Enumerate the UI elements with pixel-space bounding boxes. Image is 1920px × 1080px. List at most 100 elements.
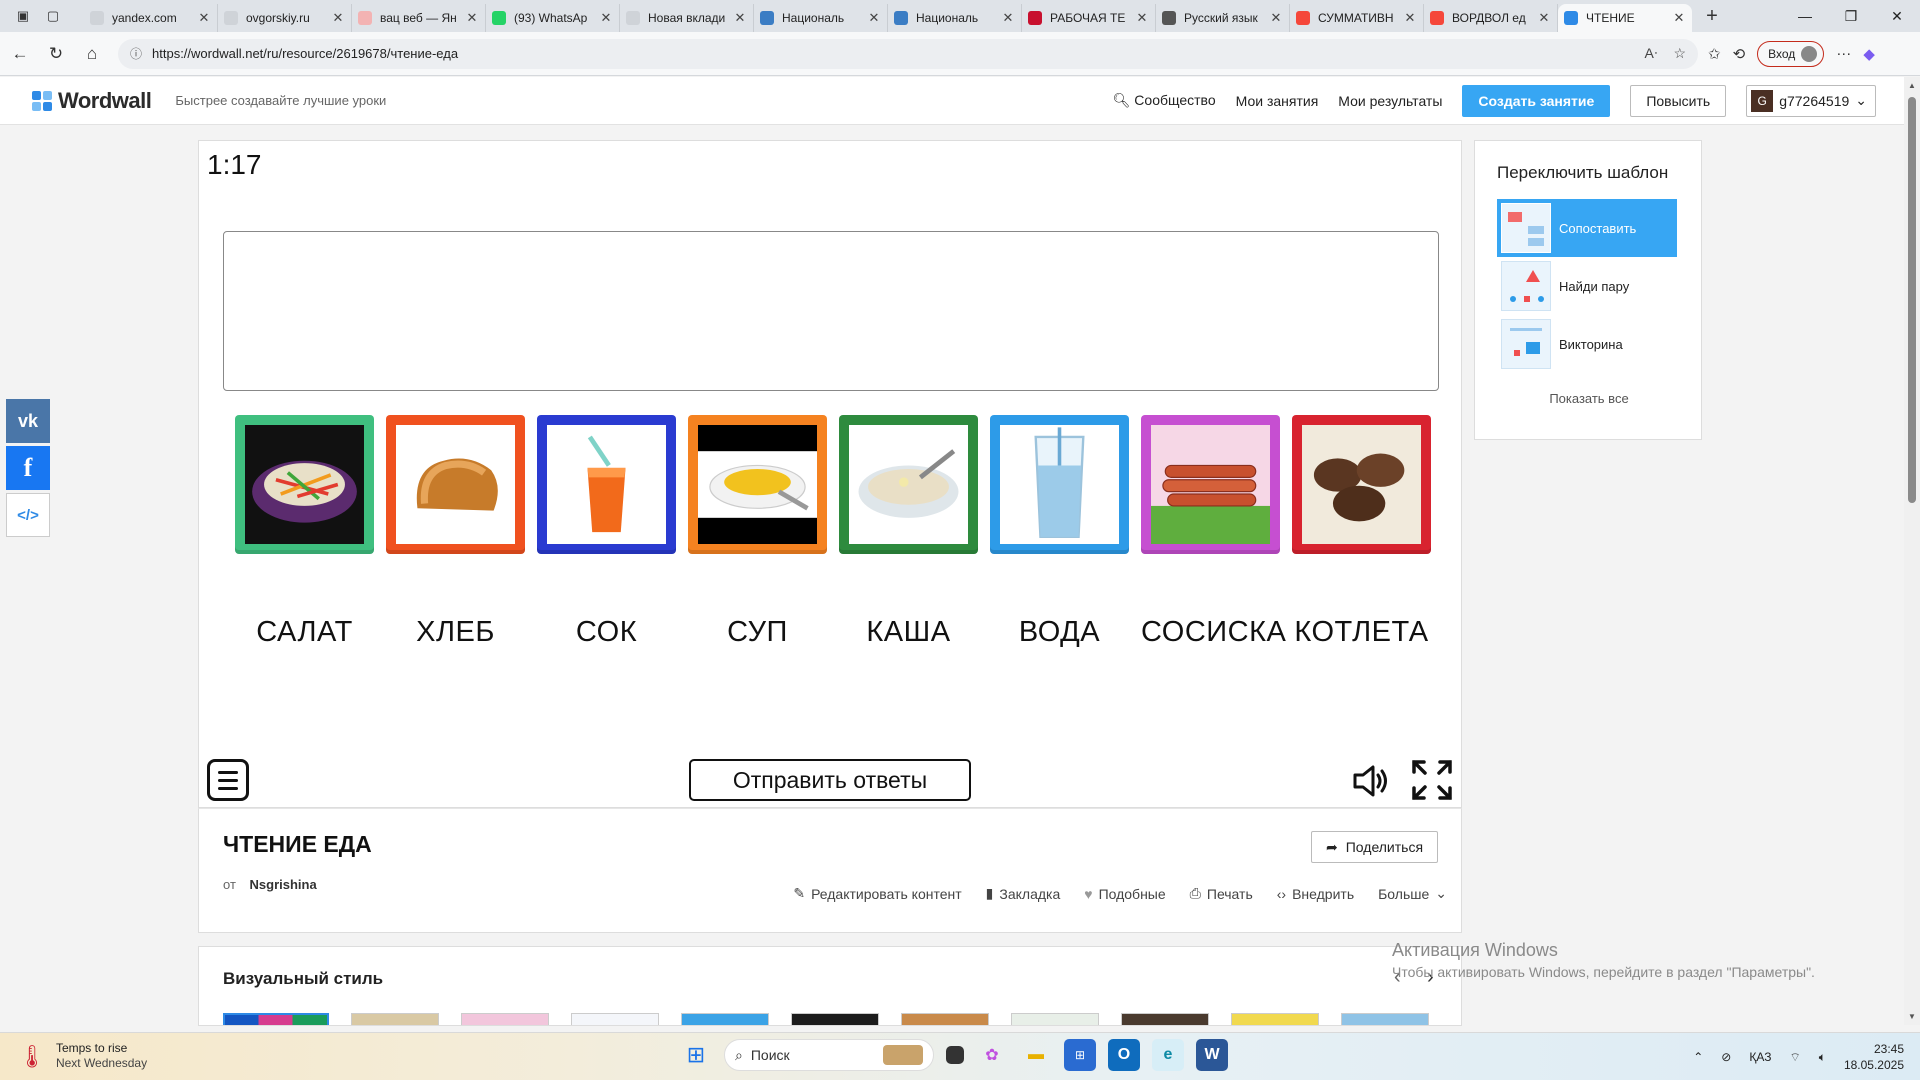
word-icon[interactable]: W (1196, 1039, 1228, 1071)
bookmark-link[interactable]: ▮ Закладка (986, 885, 1061, 902)
print-link[interactable]: ⎙ Печать (1190, 885, 1253, 902)
restore-button[interactable]: ❐ (1828, 8, 1874, 25)
theme-option[interactable] (1121, 1013, 1209, 1025)
close-tab-icon[interactable]: ✕ (733, 10, 747, 26)
edge-icon[interactable]: e (1152, 1039, 1184, 1071)
browser-tab[interactable]: yandex.com ✕ (84, 4, 218, 32)
author-link[interactable]: Nsgrishina (250, 877, 317, 892)
fullscreen-icon[interactable] (1411, 759, 1453, 801)
read-aloud-icon[interactable]: Aᐧ (1645, 45, 1658, 62)
activity-menu-button[interactable] (207, 759, 249, 801)
close-window-button[interactable]: ✕ (1874, 8, 1920, 25)
browser-tab[interactable]: ВОРДВОЛ ед ✕ (1424, 4, 1558, 32)
tray-chevron-up-icon[interactable]: ⌃ (1693, 1050, 1703, 1064)
draggable-word[interactable]: КАША (839, 616, 978, 649)
draggable-word[interactable]: ХЛЕБ (386, 616, 525, 649)
network-off-icon[interactable]: ⊘ (1721, 1050, 1731, 1064)
history-icon[interactable]: ⟲ (1733, 45, 1746, 63)
theme-option[interactable] (351, 1013, 439, 1025)
close-tab-icon[interactable]: ✕ (197, 10, 211, 26)
scrollbar-thumb[interactable] (1908, 97, 1916, 503)
vk-share-icon[interactable]: vk (6, 399, 50, 443)
close-tab-icon[interactable]: ✕ (599, 10, 613, 26)
image-card-water[interactable] (990, 415, 1129, 554)
theme-option[interactable] (1011, 1013, 1099, 1025)
browser-tab[interactable]: Националь ✕ (888, 4, 1022, 32)
image-card-salad[interactable] (235, 415, 374, 554)
language-indicator[interactable]: ҚАЗ (1749, 1050, 1771, 1064)
new-tab-button[interactable]: + (1698, 5, 1726, 28)
draggable-word[interactable]: КОТЛЕТА (1292, 616, 1431, 649)
copilot-icon[interactable]: ◆ (1863, 45, 1875, 63)
browser-tab[interactable]: ovgorskiy.ru ✕ (218, 4, 352, 32)
close-tab-icon[interactable]: ✕ (1537, 10, 1551, 26)
create-activity-button[interactable]: Создать занятие (1462, 84, 1611, 117)
image-card-soup[interactable] (688, 415, 827, 554)
share-button[interactable]: ➦ Поделиться (1311, 831, 1439, 863)
close-tab-icon[interactable]: ✕ (465, 10, 479, 26)
theme-option[interactable] (461, 1013, 549, 1025)
template-match-up[interactable]: Сопоставить (1497, 199, 1677, 257)
theme-option[interactable] (1231, 1013, 1319, 1025)
weather-widget[interactable]: 🌡︎ Temps to rise Next Wednesday (18, 1041, 147, 1071)
browser-tab[interactable]: (93) WhatsAp ✕ (486, 4, 620, 32)
browser-tab[interactable]: СУММАТИВН ✕ (1290, 4, 1424, 32)
close-tab-icon[interactable]: ✕ (1269, 10, 1283, 26)
draggable-word[interactable]: СУП (688, 616, 827, 649)
close-tab-icon[interactable]: ✕ (867, 10, 881, 26)
workspaces-icon[interactable]: ▣ (10, 4, 36, 28)
browser-tab[interactable]: РАБОЧАЯ ТЕ ✕ (1022, 4, 1156, 32)
site-info-icon[interactable]: ⓘ (130, 45, 142, 62)
clock[interactable]: 23:45 18.05.2025 (1844, 1041, 1904, 1073)
image-card-juice[interactable] (537, 415, 676, 554)
theme-option[interactable] (681, 1013, 769, 1025)
theme-option[interactable] (901, 1013, 989, 1025)
favorite-star-icon[interactable]: ☆ (1673, 45, 1686, 62)
browser-tab[interactable]: ЧТЕНИЕ ✕ (1558, 4, 1692, 32)
outlook-icon[interactable]: O (1108, 1039, 1140, 1071)
embed-code-icon[interactable]: </> (6, 493, 50, 537)
template-quiz[interactable]: Викторина (1497, 315, 1677, 373)
close-tab-icon[interactable]: ✕ (331, 10, 345, 26)
minimize-button[interactable]: — (1782, 8, 1828, 25)
draggable-word[interactable]: САЛАТ (235, 616, 374, 649)
browser-tab[interactable]: вац веб — Ян ✕ (352, 4, 486, 32)
facebook-share-icon[interactable]: f (6, 446, 50, 490)
browser-tab[interactable]: Новая вклади ✕ (620, 4, 754, 32)
browser-tab[interactable]: Русский язык ✕ (1156, 4, 1290, 32)
close-tab-icon[interactable]: ✕ (1135, 10, 1149, 26)
show-all-link[interactable]: Показать все (1475, 391, 1703, 406)
nav-my-results[interactable]: Мои результаты (1338, 93, 1442, 109)
sound-icon[interactable] (1351, 761, 1391, 801)
submit-answers-button[interactable]: Отправить ответы (689, 759, 971, 801)
close-tab-icon[interactable]: ✕ (1672, 10, 1686, 26)
image-card-sausages[interactable] (1141, 415, 1280, 554)
taskbar-search[interactable]: ⌕ Поиск (724, 1039, 934, 1071)
image-card-cutlets[interactable] (1292, 415, 1431, 554)
profile-login-button[interactable]: Вход (1757, 40, 1825, 67)
refresh-icon[interactable]: ↻ (38, 44, 74, 64)
copilot-app-icon[interactable]: ✿ (976, 1039, 1008, 1071)
volume-icon[interactable]: 🔈︎ (1819, 1050, 1826, 1065)
task-view-icon[interactable] (946, 1046, 964, 1064)
start-windows-icon[interactable]: ⊞ (680, 1039, 712, 1071)
file-explorer-icon[interactable]: ▬ (1020, 1039, 1052, 1071)
scroll-up-icon[interactable]: ▲ (1904, 81, 1920, 90)
theme-option-selected[interactable] (223, 1013, 329, 1025)
image-card-porridge[interactable] (839, 415, 978, 554)
draggable-word[interactable]: СОК (537, 616, 676, 649)
more-menu-icon[interactable]: ··· (1836, 45, 1851, 62)
home-icon[interactable]: ⌂ (74, 44, 110, 64)
nav-community[interactable]: 🔍︎ Сообщество (1113, 92, 1216, 109)
wordwall-logo[interactable]: Wordwall (32, 88, 152, 114)
tab-actions-icon[interactable]: ▢ (40, 4, 66, 28)
draggable-word[interactable]: СОСИСКА (1141, 616, 1286, 649)
store-icon[interactable]: ⊞ (1064, 1039, 1096, 1071)
more-dropdown[interactable]: Больше ⌄ (1378, 885, 1447, 902)
url-field[interactable]: ⓘ https://wordwall.net/ru/resource/26196… (118, 38, 1698, 69)
theme-option[interactable] (571, 1013, 659, 1025)
user-menu[interactable]: G g77264519 ⌄ (1746, 84, 1876, 117)
nav-my-activities[interactable]: Мои занятия (1236, 93, 1319, 109)
back-icon[interactable]: ← (2, 44, 38, 64)
answer-drop-zone[interactable] (223, 231, 1439, 391)
